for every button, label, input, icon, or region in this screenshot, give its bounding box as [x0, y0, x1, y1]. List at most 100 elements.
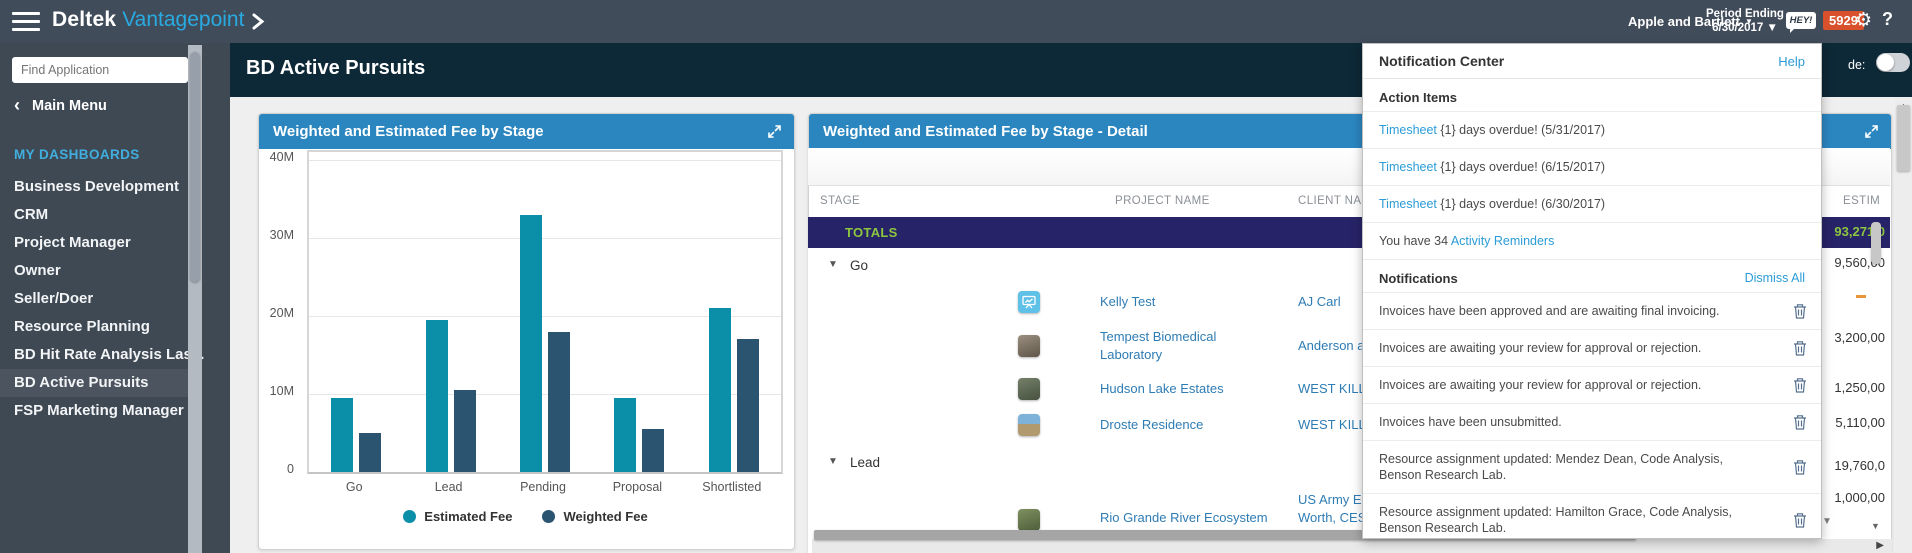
period-ending-selector[interactable]: Period Ending 6/30/2017 ▼ [1705, 7, 1785, 35]
dashboard-list: Business Development CRM Project Manager… [0, 173, 204, 425]
gridline [309, 238, 781, 239]
period-label: Period Ending [1706, 8, 1784, 20]
notification-item: Invoices have been approved and are awai… [1363, 292, 1821, 329]
scroll-down-icon[interactable]: ▼ [1871, 521, 1880, 531]
x-axis-tick-lead: Lead [434, 480, 463, 494]
delete-notification-icon[interactable] [1793, 340, 1807, 356]
scrollbar-thumb[interactable] [1897, 105, 1910, 171]
scrollbar-thumb[interactable] [1871, 222, 1881, 264]
action-item-timesheet-1: Timesheet {1} days overdue! (5/31/2017) [1363, 111, 1821, 148]
action-item-timesheet-2: Timesheet {1} days overdue! (6/15/2017) [1363, 148, 1821, 185]
project-thumbnail-photo [1018, 378, 1040, 400]
weighted-fee-bar-go [359, 433, 382, 472]
stage-group-label: Go [850, 257, 869, 273]
scroll-down-icon[interactable]: ▼ [1822, 516, 1832, 527]
scrollbar-thumb[interactable] [190, 52, 200, 282]
notification-item: Resource assignment updated: Hamilton Gr… [1363, 493, 1821, 538]
collapse-triangle-icon[interactable]: ▼ [828, 456, 838, 467]
delete-notification-icon[interactable] [1793, 377, 1807, 393]
sidebar-item-project-manager[interactable]: Project Manager [0, 229, 202, 257]
y-axis-tick: 40M [269, 150, 294, 164]
totals-label: TOTALS [845, 225, 898, 240]
notification-item: Invoices have been unsubmitted. [1363, 403, 1821, 440]
collapse-triangle-icon[interactable]: ▼ [828, 259, 838, 270]
gridline [309, 160, 781, 161]
estimated-fee-bar-shortlisted [708, 308, 731, 472]
action-item-activity-reminders: You have 34 Activity Reminders [1363, 222, 1821, 259]
y-axis-tick: 30M [269, 228, 294, 242]
action-item-timesheet-3: Timesheet {1} days overdue! (6/30/2017) [1363, 185, 1821, 222]
expand-icon[interactable] [1864, 124, 1879, 139]
client-link[interactable]: AJ Carl [1298, 294, 1341, 309]
edit-mode-toggle[interactable] [1876, 53, 1910, 72]
y-axis-tick: 0 [287, 462, 294, 476]
notifications-heading: Notifications Dismiss All [1363, 259, 1821, 292]
estimated-fee-bar-go [331, 398, 354, 472]
notification-item: Resource assignment updated: Mendez Dean… [1363, 440, 1821, 493]
legend-weighted-fee[interactable]: Weighted Fee [542, 509, 648, 524]
sidebar-item-bd-active-pursuits[interactable]: BD Active Pursuits [0, 369, 202, 397]
help-link[interactable]: Help [1778, 54, 1805, 69]
legend-estimated-fee[interactable]: Estimated Fee [403, 509, 512, 524]
page-vertical-scrollbar[interactable]: ▲ [1895, 97, 1912, 553]
sidebar-item-fsp-marketing-manager[interactable]: FSP Marketing Manager [0, 397, 202, 425]
notification-center-header: Notification Center Help [1363, 44, 1821, 79]
notification-item: Invoices are awaiting your review for ap… [1363, 329, 1821, 366]
sidebar-scrollbar[interactable]: ▲ [188, 45, 202, 553]
x-axis-tick-proposal: Proposal [612, 480, 663, 494]
table-vertical-scrollbar[interactable]: ▲ ▼ [1869, 219, 1883, 539]
sidebar-item-business-development[interactable]: Business Development [0, 173, 202, 201]
project-link[interactable]: Droste Residence [1100, 417, 1203, 432]
chart-panel-header: Weighted and Estimated Fee by Stage [259, 114, 794, 149]
period-value: 6/30/2017 ▼ [1712, 22, 1778, 34]
client-link[interactable]: Anderson a [1298, 338, 1365, 353]
column-header-stage[interactable]: STAGE [820, 195, 860, 207]
hey-notification-badge[interactable]: HEY! [1786, 12, 1816, 33]
help-icon[interactable]: ? [1882, 9, 1893, 30]
client-link[interactable]: WEST KILL [1298, 381, 1366, 396]
dismiss-all-link[interactable]: Dismiss All [1745, 271, 1805, 286]
hamburger-menu-icon[interactable] [12, 12, 40, 31]
project-thumbnail-photo [1018, 509, 1040, 531]
x-axis-tick-shortlisted: Shortlisted [702, 480, 762, 494]
horizontal-scrollbar[interactable]: ▶ [812, 530, 1892, 553]
sidebar-item-crm[interactable]: CRM [0, 201, 202, 229]
project-link[interactable]: Hudson Lake Estates [1100, 381, 1224, 396]
detail-panel-title: Weighted and Estimated Fee by Stage - De… [823, 123, 1148, 140]
stage-group-label: Lead [850, 454, 881, 470]
main-menu-back-button[interactable]: ‹ Main Menu [14, 95, 107, 116]
delete-notification-icon[interactable] [1793, 303, 1807, 319]
weighted-fee-bar-lead [453, 390, 476, 472]
vantagepoint-app: Deltek Vantagepoint Apple and Bartlett ▼ P… [0, 0, 1912, 553]
delete-notification-icon[interactable] [1793, 512, 1807, 528]
top-navigation-bar: Deltek Vantagepoint Apple and Bartlett ▼ P… [0, 0, 1912, 43]
estimated-fee-bar-pending [520, 215, 542, 472]
sidebar-item-seller-doer[interactable]: Seller/Doer [0, 285, 202, 313]
timesheet-link[interactable]: Timesheet [1379, 123, 1437, 137]
client-link[interactable]: WEST KILL [1298, 417, 1366, 432]
find-application-input[interactable] [12, 57, 188, 83]
breadcrumb-chevron-icon[interactable] [252, 13, 265, 30]
settings-gear-icon[interactable]: ⚙ [1855, 9, 1872, 32]
column-header-project-name[interactable]: PROJECT NAME [1115, 195, 1210, 207]
delete-notification-icon[interactable] [1793, 459, 1807, 475]
delete-notification-icon[interactable] [1793, 414, 1807, 430]
sidebar-item-owner[interactable]: Owner [0, 257, 202, 285]
project-link[interactable]: Tempest Biomedical Laboratory [1100, 329, 1216, 362]
notification-item: Invoices are awaiting your review for ap… [1363, 366, 1821, 403]
column-header-client-name[interactable]: CLIENT NAM [1298, 195, 1371, 207]
project-link[interactable]: Kelly Test [1100, 294, 1155, 309]
sidebar-item-bd-hit-rate[interactable]: BD Hit Rate Analysis Las... [0, 341, 204, 369]
weighted-fee-bar-shortlisted [736, 339, 759, 472]
scroll-right-icon[interactable]: ▶ [1876, 540, 1884, 551]
timesheet-link[interactable]: Timesheet [1379, 160, 1437, 174]
activity-reminders-link[interactable]: Activity Reminders [1451, 234, 1555, 248]
column-header-estimated[interactable]: ESTIM [1843, 195, 1880, 207]
page-title: BD Active Pursuits [246, 57, 426, 79]
toggle-knob [1877, 54, 1894, 71]
expand-icon[interactable] [767, 124, 782, 139]
timesheet-link[interactable]: Timesheet [1379, 197, 1437, 211]
weighted-fee-bar-proposal [642, 429, 665, 472]
sidebar-item-resource-planning[interactable]: Resource Planning [0, 313, 202, 341]
chart-legend: Estimated Fee Weighted Fee [258, 509, 793, 524]
